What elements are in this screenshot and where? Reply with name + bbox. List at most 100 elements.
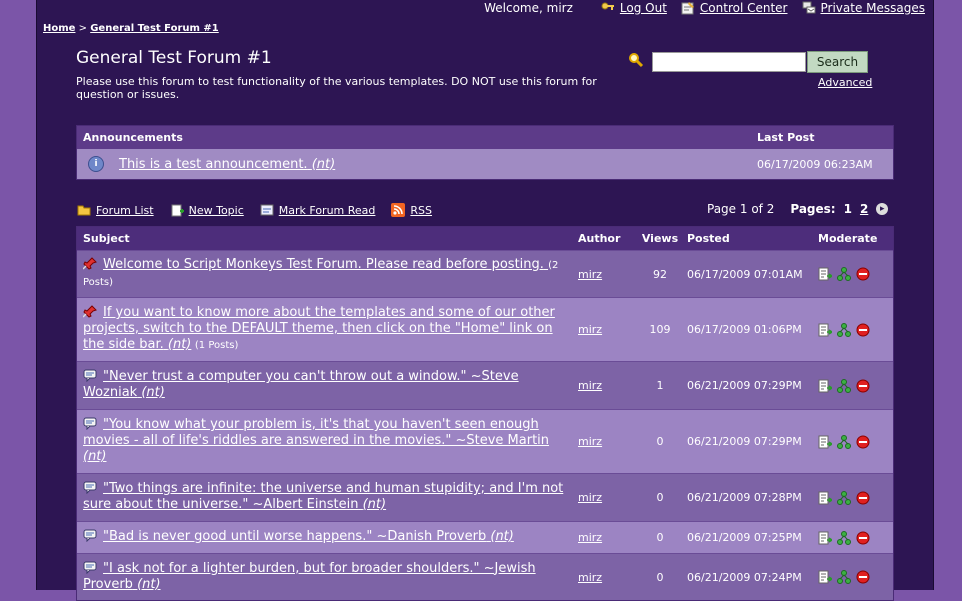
user-bar: Welcome, mirz Log Out Control Center Pri… xyxy=(484,0,925,16)
private-messages-label[interactable]: Private Messages xyxy=(821,1,926,15)
delete-topic-icon[interactable] xyxy=(856,491,870,505)
topic-icon-slot xyxy=(83,561,103,575)
table-row: Welcome to Script Monkeys Test Forum. Pl… xyxy=(77,250,893,297)
topic-author-link[interactable]: mirz xyxy=(578,435,602,448)
topic-author-link[interactable]: mirz xyxy=(578,531,602,544)
sticky-pin-icon xyxy=(83,305,97,318)
messages-icon xyxy=(802,1,815,14)
info-icon: i xyxy=(88,156,104,172)
move-topic-icon[interactable] xyxy=(818,379,834,393)
topic-bubble-icon xyxy=(83,417,97,430)
topic-author-cell: mirz xyxy=(578,268,633,281)
breadcrumb: Home > General Test Forum #1 xyxy=(43,23,219,34)
topic-link[interactable]: "You know what your problem is, it's tha… xyxy=(83,417,549,464)
welcome-text: Welcome, mirz xyxy=(484,1,573,15)
control-center-link[interactable]: Control Center xyxy=(681,1,788,15)
delete-topic-icon[interactable] xyxy=(856,435,870,449)
table-row: "Never trust a computer you can't throw … xyxy=(77,361,893,409)
moderate-cell xyxy=(818,530,893,545)
move-topic-icon[interactable] xyxy=(818,531,834,545)
logout-link[interactable]: Log Out xyxy=(601,1,667,15)
new-topic-link[interactable]: New Topic xyxy=(189,204,244,217)
move-topic-icon[interactable] xyxy=(818,491,834,505)
announcement-link[interactable]: This is a test announcement. (nt) xyxy=(119,157,757,172)
move-topic-icon[interactable] xyxy=(818,570,834,584)
topic-link[interactable]: "Two things are infinite: the universe a… xyxy=(83,481,563,512)
control-panel-icon xyxy=(681,2,694,15)
topic-link[interactable]: "I ask not for a lighter burden, but for… xyxy=(83,561,536,592)
split-topic-icon[interactable] xyxy=(837,322,851,337)
views-heading: Views xyxy=(641,232,679,245)
split-topic-icon[interactable] xyxy=(837,434,851,449)
topic-subject-cell: "I ask not for a lighter burden, but for… xyxy=(77,557,578,598)
topic-posted: 06/17/2009 01:06PM xyxy=(687,323,802,336)
delete-topic-icon[interactable] xyxy=(856,323,870,337)
topic-link[interactable]: Welcome to Script Monkeys Test Forum. Pl… xyxy=(103,257,548,272)
topic-bubble-icon xyxy=(83,561,97,574)
topic-title: If you want to know more about the templ… xyxy=(83,305,555,352)
topic-subject-cell: "You know what your problem is, it's tha… xyxy=(77,413,578,470)
topic-subject-cell: Welcome to Script Monkeys Test Forum. Pl… xyxy=(77,253,578,295)
topic-link[interactable]: If you want to know more about the templ… xyxy=(83,305,555,352)
logout-label[interactable]: Log Out xyxy=(620,1,667,15)
rss-link[interactable]: RSS xyxy=(410,204,432,217)
private-messages-link[interactable]: Private Messages xyxy=(802,1,926,15)
split-topic-icon[interactable] xyxy=(837,570,851,584)
delete-topic-icon[interactable] xyxy=(856,267,870,281)
moderate-cell xyxy=(818,570,893,584)
mark-read-link[interactable]: Mark Forum Read xyxy=(279,204,376,217)
topic-author-link[interactable]: mirz xyxy=(578,379,602,392)
posted-heading: Posted xyxy=(687,232,730,245)
topic-bubble-icon xyxy=(83,369,97,382)
folder-icon xyxy=(77,205,91,216)
author-heading: Author xyxy=(578,232,621,245)
forum-list-link[interactable]: Forum List xyxy=(96,204,154,217)
topic-author-cell: mirz xyxy=(578,531,633,544)
table-row: "I ask not for a lighter burden, but for… xyxy=(77,553,893,600)
new-topic-tool[interactable]: New Topic xyxy=(170,203,244,217)
subject-heading: Subject xyxy=(83,232,130,245)
topic-author-link[interactable]: mirz xyxy=(578,323,602,336)
topic-icon-slot xyxy=(83,481,103,495)
control-center-label[interactable]: Control Center xyxy=(700,1,788,15)
move-topic-icon[interactable] xyxy=(818,435,834,449)
key-icon xyxy=(601,2,614,10)
breadcrumb-home[interactable]: Home xyxy=(43,23,75,34)
delete-topic-icon[interactable] xyxy=(856,379,870,393)
pages-label: Pages: xyxy=(790,202,836,216)
moderate-cell xyxy=(818,490,893,505)
delete-topic-icon[interactable] xyxy=(856,570,870,584)
topic-subject-cell: "Two things are infinite: the universe a… xyxy=(77,477,578,518)
move-topic-icon[interactable] xyxy=(818,267,834,281)
topic-author-link[interactable]: mirz xyxy=(578,491,602,504)
topic-subject-cell: "Bad is never good until worse happens."… xyxy=(77,525,578,550)
move-topic-icon[interactable] xyxy=(818,323,834,337)
mark-read-tool[interactable]: Mark Forum Read xyxy=(260,203,376,217)
moderate-cell xyxy=(818,434,893,449)
mark-read-icon xyxy=(260,204,274,216)
split-topic-icon[interactable] xyxy=(837,490,851,505)
next-page-icon[interactable]: ▸ xyxy=(876,203,889,215)
search-input[interactable] xyxy=(652,52,806,72)
topic-icon-slot xyxy=(83,529,103,543)
forum-list-tool[interactable]: Forum List xyxy=(77,203,154,217)
topic-link[interactable]: "Bad is never good until worse happens."… xyxy=(103,529,514,544)
forum-description: Please use this forum to test functional… xyxy=(76,75,597,101)
moderate-cell xyxy=(818,378,893,393)
breadcrumb-current[interactable]: General Test Forum #1 xyxy=(90,23,219,34)
topic-views: 1 xyxy=(656,379,664,392)
topic-link[interactable]: "Never trust a computer you can't throw … xyxy=(83,369,519,400)
delete-topic-icon[interactable] xyxy=(856,531,870,545)
rss-tool[interactable]: RSS xyxy=(391,203,432,217)
topic-author-link[interactable]: mirz xyxy=(578,571,602,584)
page-2-link[interactable]: 2 xyxy=(860,202,868,216)
split-topic-icon[interactable] xyxy=(837,378,851,393)
search-button[interactable]: Search xyxy=(807,51,868,73)
split-topic-icon[interactable] xyxy=(837,267,851,281)
topic-nt: (nt) xyxy=(167,337,192,352)
topic-posted: 06/21/2009 07:29PM xyxy=(687,435,802,448)
topic-title: Welcome to Script Monkeys Test Forum. Pl… xyxy=(103,257,544,272)
topic-author-link[interactable]: mirz xyxy=(578,268,602,281)
advanced-search-link[interactable]: Advanced xyxy=(818,76,872,89)
split-topic-icon[interactable] xyxy=(837,530,851,545)
